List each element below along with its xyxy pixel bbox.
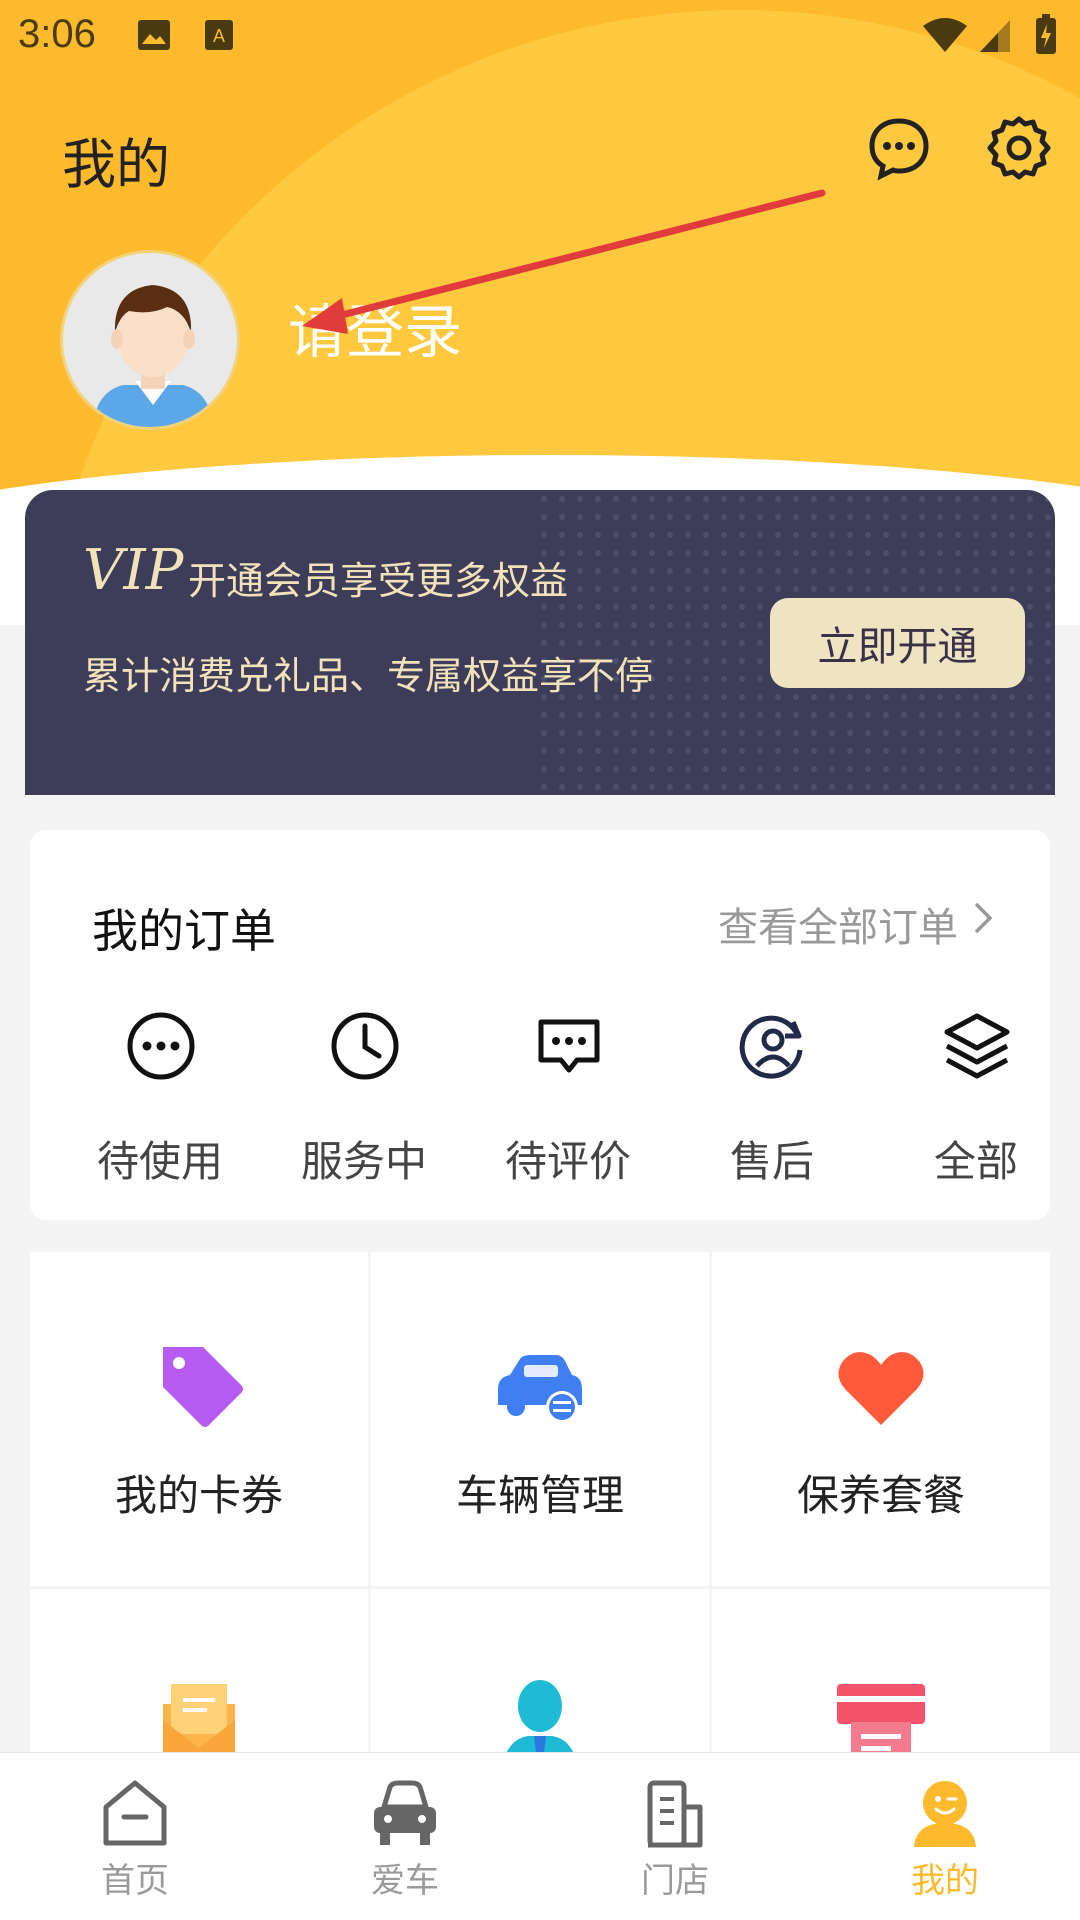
orders-title: 我的订单	[92, 904, 276, 958]
order-label: 待评价	[504, 1137, 631, 1186]
bottom-tab-bar: 首页 爱车 门店 我的	[0, 1752, 1080, 1920]
view-all-orders-link[interactable]: 查看全部订单	[718, 895, 958, 953]
battery-icon	[1036, 14, 1056, 54]
order-label: 待使用	[96, 1137, 223, 1186]
tab-me[interactable]: 我的	[810, 1753, 1080, 1920]
order-pending-use[interactable]: 待使用	[58, 1010, 262, 1186]
vip-subtitle: 累计消费兑礼品、专属权益享不停	[83, 654, 654, 698]
order-all[interactable]: 全部	[874, 1010, 1078, 1186]
clock-icon	[331, 1012, 399, 1080]
login-prompt[interactable]: 请登录	[288, 285, 462, 369]
order-label: 服务中	[300, 1137, 427, 1186]
service-label: 保养套餐	[796, 1471, 965, 1520]
message-icon[interactable]	[866, 115, 932, 181]
me-icon	[914, 1781, 976, 1847]
vip-open-button[interactable]: 立即开通	[770, 598, 1025, 688]
chat-bubble-icon	[538, 1019, 600, 1073]
tab-home[interactable]: 首页	[0, 1753, 270, 1920]
service-vehicle-management[interactable]: 车辆管理	[371, 1252, 709, 1586]
status-bar: 3:06 A	[0, 0, 1080, 72]
service-label: 车辆管理	[455, 1471, 624, 1520]
vip-card[interactable]: VIP 开通会员享受更多权益 累计消费兑礼品、专属权益享不停 立即开通	[25, 490, 1055, 795]
svg-text:A: A	[213, 26, 225, 46]
image-notification-icon	[138, 20, 170, 50]
tab-label: 门店	[641, 1861, 709, 1901]
tab-label: 首页	[101, 1861, 169, 1901]
tab-my-car[interactable]: 爱车	[270, 1753, 540, 1920]
order-to-review[interactable]: 待评价	[466, 1010, 670, 1186]
orders-card: 我的订单 查看全部订单 待使用 服务中 待评价 售后 全部	[30, 830, 1050, 1220]
signal-icon	[980, 20, 1010, 52]
avatar[interactable]	[60, 250, 240, 430]
wifi-icon	[923, 18, 967, 52]
order-label: 售后	[729, 1137, 814, 1186]
tab-label: 爱车	[371, 1861, 439, 1901]
page-title: 我的	[62, 133, 170, 196]
layers-icon	[944, 1013, 1010, 1079]
coupon-tag-icon	[163, 1347, 243, 1427]
car-icon	[374, 1780, 436, 1845]
app-notification-icon: A	[205, 20, 233, 50]
order-label: 全部	[933, 1137, 1018, 1186]
more-dots-icon	[127, 1012, 195, 1080]
order-in-service[interactable]: 服务中	[262, 1010, 466, 1186]
tab-label: 我的	[911, 1861, 979, 1901]
store-icon	[647, 1780, 703, 1848]
chevron-right-icon[interactable]	[968, 898, 998, 938]
heart-icon	[838, 1352, 924, 1425]
service-my-coupons[interactable]: 我的卡券	[30, 1252, 368, 1586]
car-manage-icon	[498, 1355, 582, 1423]
home-icon	[103, 1780, 167, 1846]
service-maintenance-package[interactable]: 保养套餐	[712, 1252, 1050, 1586]
order-after-sale[interactable]: 售后	[670, 1010, 874, 1186]
tab-stores[interactable]: 门店	[540, 1753, 810, 1920]
service-label: 我的卡券	[114, 1471, 283, 1520]
vip-title: 开通会员享受更多权益	[188, 559, 569, 603]
default-avatar-icon	[93, 285, 213, 427]
refund-user-icon	[739, 1015, 803, 1079]
vip-badge: VIP	[83, 538, 184, 603]
status-time: 3:06	[18, 12, 96, 56]
settings-gear-icon[interactable]	[986, 115, 1052, 181]
